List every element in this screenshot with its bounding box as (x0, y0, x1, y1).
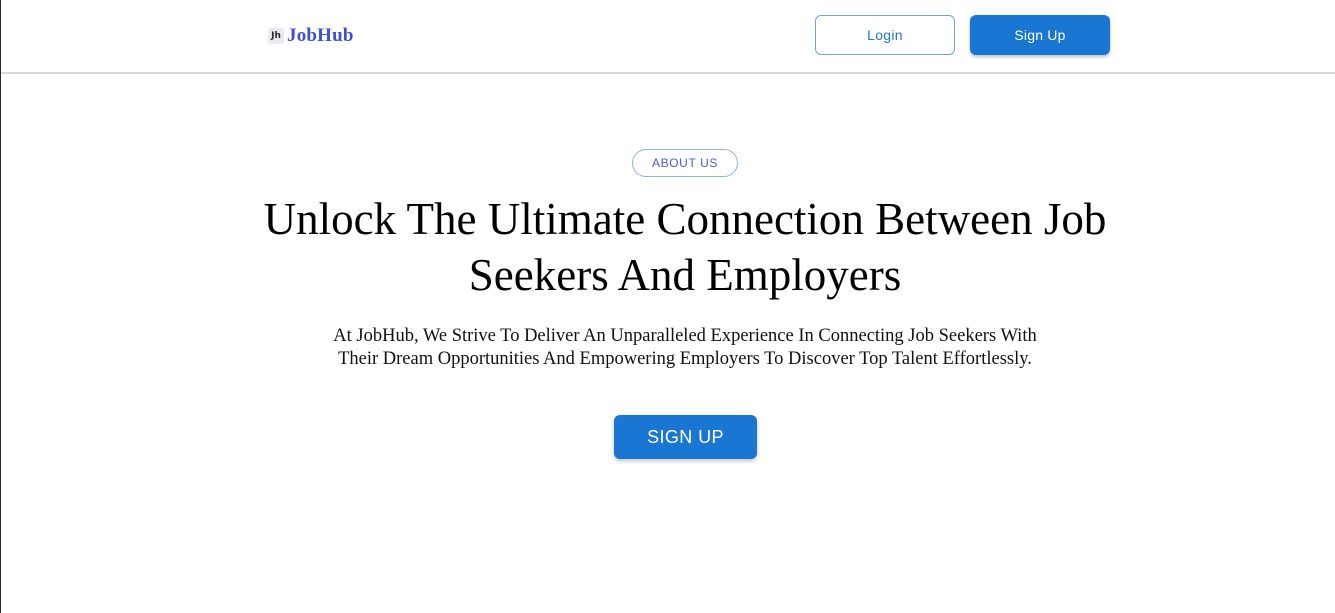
page: Jh JobHub Login Sign Up ABOUT US Unlock … (0, 0, 1335, 613)
signup-button[interactable]: Sign Up (970, 15, 1110, 55)
hero-description-line-2: Their Dream Opportunities And Empowering… (338, 349, 1032, 369)
brand-name: JobHub (287, 25, 354, 46)
brand-logo[interactable]: Jh JobHub (268, 24, 354, 48)
jh-logo-icon: Jh (268, 28, 284, 44)
about-us-badge: ABOUT US (632, 149, 738, 177)
hero-title: Unlock The Ultimate Connection Between J… (185, 191, 1185, 303)
login-button[interactable]: Login (815, 15, 955, 55)
hero-signup-button[interactable]: SIGN UP (614, 415, 757, 459)
hero-title-line-1: Unlock The Ultimate Connection Between J… (263, 194, 1107, 244)
top-navbar: Jh JobHub Login Sign Up (1, 0, 1335, 74)
hero-description: At JobHub, We Strive To Deliver An Unpar… (285, 325, 1085, 371)
hero-title-line-2: Seekers And Employers (468, 250, 902, 300)
hero-description-line-1: At JobHub, We Strive To Deliver An Unpar… (333, 326, 1037, 346)
